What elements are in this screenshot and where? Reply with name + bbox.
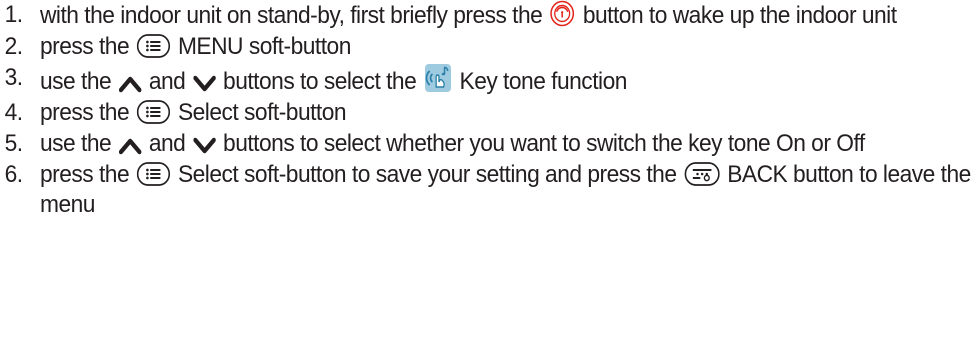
- step-1: 1. with the indoor unit on stand-by, fir…: [0, 0, 978, 31]
- step-text-mid: and: [148, 130, 186, 157]
- step-text: with the indoor unit on stand-by, first …: [40, 0, 978, 31]
- step-text-mid: Select soft-button to save your setting …: [177, 161, 677, 188]
- down-arrow-icon: [193, 75, 216, 93]
- step-text-before: press the: [39, 161, 130, 188]
- step-2: 2. press the MENU soft-button: [0, 32, 978, 62]
- step-number: 2.: [4, 33, 24, 60]
- step-3: 3. use the and buttons to select the Key…: [0, 63, 978, 97]
- step-number: 1.: [4, 1, 24, 28]
- instruction-list: 1. with the indoor unit on stand-by, fir…: [0, 0, 978, 221]
- step-text-before: use the: [39, 68, 112, 95]
- up-arrow-icon: [118, 137, 142, 155]
- step-text-mid: buttons to select the: [223, 68, 417, 95]
- step-5: 5. use the and buttons to select whether…: [0, 129, 978, 159]
- step-6: 6. press the Select soft-button to save …: [0, 160, 978, 220]
- step-number: 6.: [4, 161, 24, 188]
- step-text: press the Select soft-button to save you…: [40, 160, 978, 220]
- step-text: press the MENU soft-button: [40, 32, 978, 62]
- step-text: use the and buttons to select whether yo…: [40, 129, 978, 159]
- step-text-after: MENU soft-button: [177, 33, 351, 60]
- step-4: 4. press the Select soft-button: [0, 98, 978, 128]
- step-text: press the Select soft-button: [40, 98, 978, 128]
- step-text-before: press the: [39, 99, 130, 126]
- step-number: 4.: [4, 99, 24, 126]
- key-tone-function-icon: [424, 63, 452, 93]
- step-number: 3.: [4, 64, 24, 91]
- step-text-after: button to wake up the indoor unit: [582, 2, 897, 29]
- menu-soft-button-icon: [136, 162, 171, 186]
- step-text-after: buttons to select whether you want to sw…: [223, 130, 865, 157]
- menu-soft-button-icon: [136, 34, 171, 58]
- down-arrow-icon: [193, 137, 216, 155]
- step-text-before: with the indoor unit on stand-by, first …: [39, 2, 543, 29]
- menu-soft-button-icon: [136, 100, 171, 124]
- step-text-mid: and: [148, 68, 186, 95]
- up-arrow-icon: [118, 75, 142, 93]
- step-text-after: Select soft-button: [177, 99, 347, 126]
- step-number: 5.: [4, 130, 24, 157]
- step-text-after: Key tone function: [459, 68, 628, 95]
- power-button-icon: [550, 0, 575, 27]
- step-text: use the and buttons to select the Key to…: [40, 63, 978, 97]
- step-text-before: press the: [39, 33, 130, 60]
- step-text-before: use the: [39, 130, 112, 157]
- back-button-icon: [684, 162, 720, 186]
